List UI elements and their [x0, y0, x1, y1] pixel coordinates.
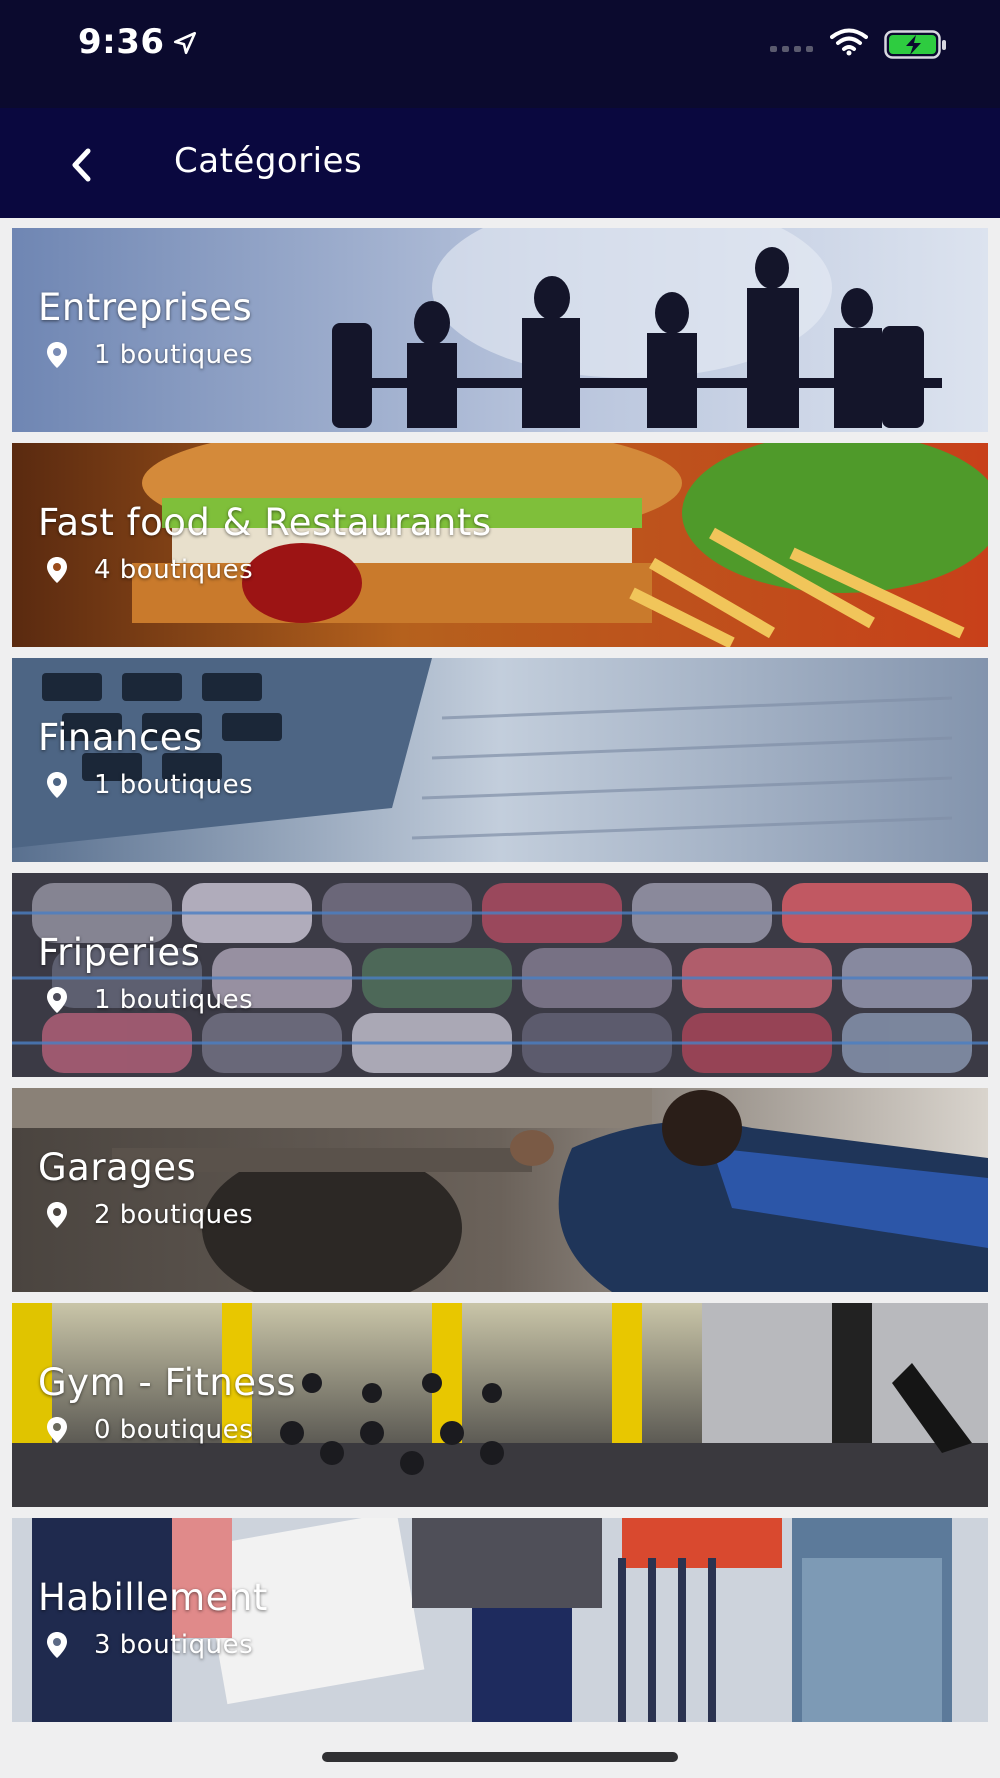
- wifi-icon: [830, 28, 868, 56]
- map-pin-icon: [47, 1202, 67, 1228]
- cellular-signal-icon: [770, 46, 813, 52]
- category-image: [12, 658, 988, 862]
- map-pin-icon: [47, 987, 67, 1013]
- battery-charging-icon: [884, 30, 946, 59]
- status-bar: 9:36: [0, 0, 1000, 108]
- category-card-finances[interactable]: Finances 1 boutiques: [12, 658, 988, 862]
- category-name: Finances: [38, 716, 203, 759]
- chevron-left-icon[interactable]: [68, 146, 96, 184]
- category-card-fast-food[interactable]: Fast food & Restaurants 4 boutiques: [12, 443, 988, 647]
- category-name: Entreprises: [38, 286, 253, 329]
- category-count: 0 boutiques: [94, 1415, 254, 1445]
- category-count: 1 boutiques: [94, 770, 254, 800]
- category-name: Fast food & Restaurants: [38, 501, 492, 544]
- category-image: [12, 1303, 988, 1507]
- category-image: [12, 873, 988, 1077]
- category-card-gym-fitness[interactable]: Gym - Fitness 0 boutiques: [12, 1303, 988, 1507]
- category-count: 3 boutiques: [94, 1630, 254, 1660]
- category-name: Friperies: [38, 931, 201, 974]
- category-image: [12, 443, 988, 647]
- page-title: Catégories: [174, 141, 363, 181]
- category-card-habillement[interactable]: Habillement 3 boutiques: [12, 1518, 988, 1722]
- category-image: [12, 1088, 988, 1292]
- map-pin-icon: [47, 557, 67, 583]
- category-name: Garages: [38, 1146, 197, 1189]
- home-indicator[interactable]: [322, 1752, 678, 1762]
- category-card-friperies[interactable]: Friperies 1 boutiques: [12, 873, 988, 1077]
- map-pin-icon: [47, 1417, 67, 1443]
- category-list: Entreprises 1 boutiques Fast food & Rest…: [12, 228, 988, 1733]
- location-arrow-icon: [173, 31, 197, 55]
- category-name: Gym - Fitness: [38, 1361, 297, 1404]
- category-count: 2 boutiques: [94, 1200, 254, 1230]
- category-count: 1 boutiques: [94, 340, 254, 370]
- map-pin-icon: [47, 342, 67, 368]
- category-image: [12, 1518, 988, 1722]
- category-image: [12, 228, 988, 432]
- category-card-entreprises[interactable]: Entreprises 1 boutiques: [12, 228, 988, 432]
- map-pin-icon: [47, 1632, 67, 1658]
- category-name: Habillement: [38, 1576, 268, 1619]
- category-card-garages[interactable]: Garages 2 boutiques: [12, 1088, 988, 1292]
- navigation-bar: Catégories: [0, 108, 1000, 218]
- map-pin-icon: [47, 772, 67, 798]
- status-time: 9:36: [78, 22, 165, 62]
- category-count: 4 boutiques: [94, 555, 254, 585]
- category-count: 1 boutiques: [94, 985, 254, 1015]
